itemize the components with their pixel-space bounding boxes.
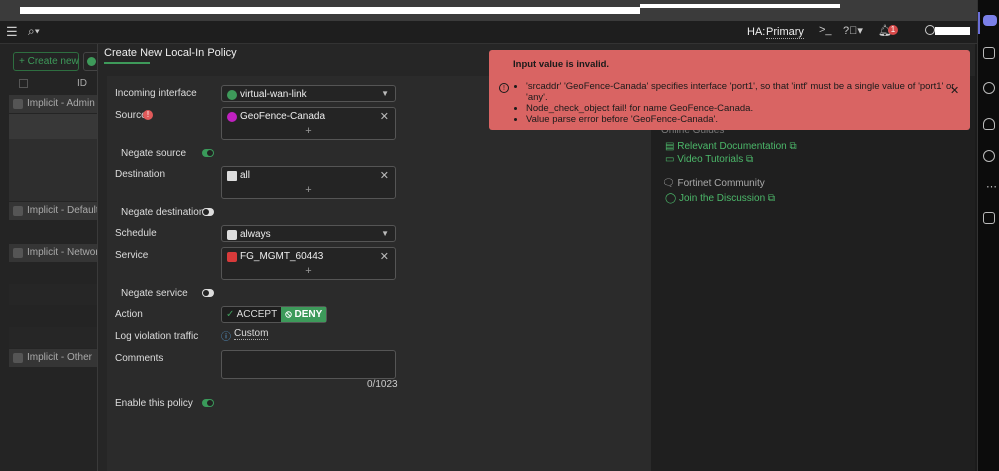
notification-badge: 1 <box>888 25 898 35</box>
join-discussion-link[interactable]: ◯ Join the Discussion ⧉ <box>665 193 775 204</box>
deny-label: DENY <box>294 309 323 320</box>
deny-icon: ⦸ <box>285 309 292 320</box>
negate-source-toggle[interactable] <box>202 149 214 157</box>
sdwan-icon <box>227 90 237 100</box>
remove-icon[interactable]: ✕ <box>380 110 389 123</box>
more-icon[interactable]: ⋯ <box>986 180 997 193</box>
add-icon[interactable]: + <box>222 265 395 277</box>
add-icon[interactable]: + <box>222 184 395 196</box>
deny-button[interactable]: ⦸ DENY <box>281 307 327 322</box>
copilot-icon[interactable] <box>983 150 995 162</box>
accept-button[interactable]: ✓ ACCEPT <box>222 307 281 322</box>
table-row[interactable] <box>9 114 100 139</box>
redacted-title <box>20 7 640 14</box>
chat-icon[interactable] <box>983 15 997 26</box>
teams-sidebar: ⋯ <box>977 0 999 471</box>
apps-icon[interactable] <box>983 212 995 224</box>
help-pane: Online Guides ▤ Relevant Documentation ⧉… <box>651 76 975 471</box>
alert-message: Node_check_object fail! for name GeoFenc… <box>526 103 970 114</box>
remove-icon[interactable]: ✕ <box>380 250 389 263</box>
active-indicator <box>978 12 980 34</box>
error-alert: Input value is invalid. ! 'srcaddr' 'Geo… <box>489 50 970 130</box>
alert-message: 'srcaddr' 'GeoFence-Canada' specifies in… <box>526 81 970 103</box>
chevron-down-icon: ▼ <box>381 89 389 98</box>
alert-messages: 'srcaddr' 'GeoFence-Canada' specifies in… <box>526 81 970 125</box>
onedrive-icon[interactable] <box>983 118 995 130</box>
id-column-header: ID <box>77 78 87 89</box>
source-field[interactable]: GeoFence-Canada ✕ + <box>221 107 396 140</box>
ha-status[interactable]: Primary <box>766 26 804 39</box>
chevron-down-icon: ▼ <box>381 229 389 238</box>
check-icon: ✓ <box>226 309 235 320</box>
window-title-bar <box>0 0 977 21</box>
cli-console-icon[interactable]: >_ <box>819 24 832 36</box>
alert-message: Value parse error before 'GeoFence-Canad… <box>526 114 970 125</box>
calendar-icon[interactable] <box>983 47 995 59</box>
group-implicit-admin[interactable]: Implicit - Admin <box>9 95 100 113</box>
info-icon: ⓘ <box>221 332 231 343</box>
group-implicit-other[interactable]: Implicit - Other <box>9 349 100 367</box>
group-implicit-network[interactable]: Implicit - Network <box>9 244 100 262</box>
video-tutorials-link[interactable]: ▭ Video Tutorials ⧉ <box>665 154 753 165</box>
table-row[interactable] <box>9 139 100 201</box>
incoming-interface-select[interactable]: virtual-wan-link ▼ <box>221 85 396 102</box>
source-label: Source <box>115 110 147 121</box>
negate-destination-toggle[interactable] <box>202 208 214 216</box>
comments-counter: 0/1023 <box>367 379 398 390</box>
negate-service-label: Negate service <box>121 288 188 299</box>
select-all-checkbox[interactable] <box>19 79 28 88</box>
service-label: Service <box>115 250 149 261</box>
search-icon[interactable]: ⌕▾ <box>28 24 40 39</box>
table-row[interactable] <box>9 327 100 348</box>
log-violation-label: Log violation traffic <box>115 331 199 342</box>
error-icon: ! <box>143 110 153 120</box>
alert-info-icon: ! <box>499 83 509 93</box>
ha-label: HA: <box>747 26 766 38</box>
group-implicit-default[interactable]: Implicit - Default <box>9 202 100 220</box>
action-selector: ✓ ACCEPT ⦸ DENY <box>221 306 328 323</box>
relevant-documentation-link[interactable]: ▤ Relevant Documentation ⧉ <box>665 141 797 152</box>
fortinet-community-heading: 🗨︎ Fortinet Community <box>662 178 765 189</box>
create-new-label: Create new <box>27 56 79 67</box>
title-underline <box>104 62 150 64</box>
close-icon[interactable]: ✕ <box>950 84 959 97</box>
service-icon <box>227 252 237 262</box>
comments-textarea[interactable] <box>221 350 396 379</box>
page-title: Create New Local-In Policy <box>104 47 237 59</box>
enable-policy-toggle[interactable] <box>202 399 214 407</box>
destination-label: Destination <box>115 169 166 180</box>
alert-title: Input value is invalid. <box>513 59 610 70</box>
incoming-interface-label: Incoming interface <box>115 88 197 99</box>
help-icon[interactable]: ?⃝▾ <box>843 24 863 37</box>
service-field[interactable]: FG_MGMT_60443 ✕ + <box>221 247 396 280</box>
negate-source-label: Negate source <box>121 148 187 159</box>
calls-icon[interactable] <box>983 82 995 94</box>
table-row[interactable] <box>9 284 100 305</box>
enable-policy-label: Enable this policy <box>115 398 193 409</box>
action-label: Action <box>115 309 143 320</box>
negate-destination-label: Negate destination <box>121 207 205 218</box>
log-custom-link[interactable]: Custom <box>234 328 269 340</box>
destination-field[interactable]: all ✕ + <box>221 166 396 199</box>
comments-label: Comments <box>115 353 164 364</box>
schedule-select[interactable]: always ▼ <box>221 225 396 242</box>
create-new-button[interactable]: + Create new <box>13 52 79 71</box>
menu-icon[interactable]: ☰ <box>6 24 18 40</box>
top-toolbar: ☰ ⌕▾ HA: Primary >_ ?⃝▾ 🔔︎ 1 <box>0 21 977 44</box>
accept-label: ACCEPT <box>236 309 278 320</box>
redacted-title <box>640 4 840 8</box>
add-icon[interactable]: + <box>222 125 395 137</box>
policy-list: + Create new ID Implicit - Admin Implici… <box>0 44 100 471</box>
geography-icon <box>227 112 237 122</box>
schedule-label: Schedule <box>115 228 157 239</box>
calendar-icon <box>227 230 237 240</box>
redacted-username <box>935 27 970 35</box>
negate-service-toggle[interactable] <box>202 289 214 297</box>
remove-icon[interactable]: ✕ <box>380 169 389 182</box>
address-icon <box>227 171 237 181</box>
user-avatar-icon[interactable] <box>925 25 935 35</box>
